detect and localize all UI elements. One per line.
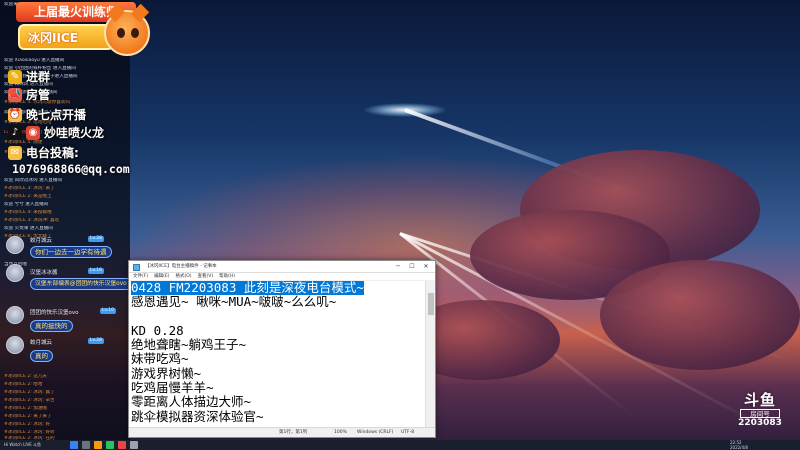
chat-message: 真的挺快的 bbox=[30, 320, 73, 332]
chat-username: 蛟月城云 bbox=[30, 238, 53, 244]
chat-line: #冰冈IICE 2: 来是晚上 bbox=[4, 194, 52, 199]
douyu-logo: 斗鱼 bbox=[743, 391, 776, 409]
vertical-scrollbar[interactable] bbox=[425, 281, 435, 429]
cursor-position: 第1行，第1列 bbox=[279, 430, 308, 435]
search-icon[interactable] bbox=[82, 441, 90, 449]
text-line: 跳伞模拟器资深体验官~ bbox=[131, 408, 264, 424]
chat-line: 欢迎 风吹过冰冈 进入直播间 bbox=[4, 178, 63, 183]
window-title: 【冰冈IICE】电台主播稿件 - 记事本 bbox=[145, 264, 217, 269]
douyu-watermark: 斗鱼 房间号 2203083 bbox=[730, 392, 790, 432]
screen: { "overlay": { "banner_title": "上届最火训练师"… bbox=[0, 0, 800, 450]
megaphone-icon: 📣 bbox=[8, 87, 22, 102]
chat-panel: 欢迎来到【冰冈】的直播间 欢迎 Xiaoxiaoyu 进入直播间 欢迎 小团团的… bbox=[0, 0, 130, 440]
info-item-submission: ✉ 电台投稿: bbox=[8, 144, 79, 161]
chat-line: #冰冈IICE 3: 冰冈: 来了 bbox=[4, 186, 55, 191]
scrollbar-thumb[interactable] bbox=[428, 293, 434, 315]
chat-username: 汉堡冰冰酱 bbox=[30, 270, 58, 276]
chat-message: 真的 bbox=[30, 350, 53, 362]
level-badge: Lv.28 bbox=[88, 338, 104, 344]
start-icon[interactable] bbox=[70, 441, 78, 449]
chat-username: 蛟月城云 bbox=[30, 340, 53, 346]
browser-icon[interactable] bbox=[106, 441, 114, 449]
text-line: 感恩遇见~ 啾咪~MUA~啵啵~么么叽~ bbox=[131, 294, 337, 310]
chat-line: #冰冈IICE 2: 冰冈: 好 bbox=[4, 422, 51, 427]
level-badge: Lv.10 bbox=[100, 308, 116, 314]
chat-line: #冰冈IICE 3: 冰冈冲: 喜欢 bbox=[4, 218, 60, 223]
chat-line: #冰冈IICE 4: 来投稿哦 bbox=[4, 210, 52, 215]
text-line: 零距离人体描边大师~ bbox=[131, 394, 252, 410]
menu-edit[interactable]: 编辑(E) bbox=[154, 273, 169, 280]
chat-line: #冰冈IICE 2: 冰冈: 辛苦 bbox=[4, 398, 55, 403]
chat-username: 团团的快乐汉堡ovo bbox=[30, 310, 79, 316]
avatar bbox=[6, 264, 24, 282]
text-line: 绝地聋瞎~躺鸡王子~ bbox=[131, 337, 247, 353]
avatar bbox=[6, 336, 24, 354]
line-ending: Windows (CRLF) bbox=[357, 430, 394, 435]
level-badge: Lv.28 bbox=[88, 236, 104, 242]
info-item-label: 房管 bbox=[26, 88, 51, 102]
taskbar-app-label: Hi Watch LIVE 斗鱼 bbox=[4, 442, 42, 447]
notepad-window: 【冰冈IICE】电台主播稿件 - 记事本 ─ ☐ ✕ 文件(F) 编辑(E) 格… bbox=[128, 260, 436, 438]
chat-message: 你们一边去一边学有待遇 bbox=[30, 246, 112, 258]
menu-help[interactable]: 帮助(H) bbox=[219, 273, 235, 280]
encoding: UTF-8 bbox=[401, 430, 415, 435]
zoom-level: 100% bbox=[334, 430, 347, 435]
clock-date: 2022/4/8 bbox=[730, 445, 748, 450]
menu-bar: 文件(F) 编辑(E) 格式(O) 查看(V) 帮助(H) bbox=[129, 273, 435, 281]
text-line: 妹带吃鸡~ bbox=[131, 351, 189, 367]
room-label: 房间号 bbox=[740, 409, 780, 418]
mascot-icon bbox=[104, 3, 150, 56]
chat-line: #冰冈IICE 2: 加油哦 bbox=[4, 406, 48, 411]
taskbar: Hi Watch LIVE 斗鱼 22:52 2022/4/8 bbox=[0, 440, 800, 450]
info-item-label: 晚七点开播 bbox=[26, 108, 87, 122]
notepad-icon bbox=[133, 264, 140, 271]
chat-line: #冰冈IICE 2: 哈哈 bbox=[4, 382, 43, 387]
menu-file[interactable]: 文件(F) bbox=[133, 273, 148, 280]
text-line: 游戏界树懒~ bbox=[131, 365, 202, 381]
menu-format[interactable]: 格式(O) bbox=[175, 273, 191, 280]
text-line: 吃鸡届慢羊羊~ bbox=[131, 380, 214, 396]
folder-icon[interactable] bbox=[94, 441, 102, 449]
minimize-button[interactable]: ─ bbox=[391, 261, 405, 272]
menu-view[interactable]: 查看(V) bbox=[198, 273, 214, 280]
window-titlebar[interactable]: 【冰冈IICE】电台主播稿件 - 记事本 ─ ☐ ✕ bbox=[129, 261, 435, 273]
streamer-name: 冰冈IICE bbox=[28, 31, 78, 45]
cloud bbox=[600, 260, 800, 370]
info-item-admin: 📣 房管 bbox=[8, 86, 50, 103]
info-item-social: ♪ ◉ 妙哇喷火龙 bbox=[8, 124, 104, 141]
info-item-group: ✎ 进群 bbox=[8, 68, 50, 85]
chat-line: 欢迎 火龙果 进入直播间 bbox=[4, 226, 53, 231]
chat-line: #冰冈IICE 2: 冰冈: 赢了 bbox=[4, 390, 55, 395]
info-item-label: 妙哇喷火龙 bbox=[44, 126, 105, 140]
info-item-schedule: ⏰ 晚七点开播 bbox=[8, 106, 86, 123]
close-button[interactable]: ✕ bbox=[419, 261, 433, 272]
submission-email: 1076968866@qq.com bbox=[12, 162, 130, 176]
chat-line: #冰冈IICE 2: 来了来了 bbox=[4, 414, 52, 419]
mailbox-icon: ✉ bbox=[8, 145, 22, 160]
chat-line: #冰冈IICE 2: 这几天 bbox=[4, 374, 48, 379]
tiktok-icon: ♪ bbox=[8, 125, 22, 140]
app-icon[interactable] bbox=[118, 441, 126, 449]
status-bar: 第1行，第1列 100% Windows (CRLF) UTF-8 bbox=[129, 427, 435, 437]
chat-line: 欢迎 Xiaoxiaoyu 进入直播间 bbox=[4, 58, 65, 63]
room-number: 2203083 bbox=[738, 418, 782, 428]
alarm-clock-icon: ⏰ bbox=[8, 107, 22, 122]
notepad-taskbar-icon[interactable] bbox=[130, 441, 138, 449]
level-badge: Lv.16 bbox=[88, 268, 104, 274]
chat-bubble-icon: ✎ bbox=[8, 69, 22, 84]
notepad-text-area[interactable]: 0428 FM2203083 此刻是深夜电台模式~ 感恩遇见~ 啾咪~MUA~啵… bbox=[129, 281, 427, 429]
text-line: KD 0.28 bbox=[131, 322, 184, 338]
banner-name-tag: 冰冈IICE bbox=[18, 24, 114, 50]
avatar bbox=[6, 236, 24, 254]
selected-text: 0428 FM2203083 此刻是深夜电台模式~ bbox=[131, 281, 364, 295]
avatar bbox=[6, 306, 24, 324]
info-item-label: 电台投稿: bbox=[26, 146, 79, 160]
maximize-button[interactable]: ☐ bbox=[405, 261, 419, 272]
chat-line: 欢迎 兮兮 进入直播间 bbox=[4, 202, 49, 207]
info-item-label: 进群 bbox=[26, 70, 51, 84]
weibo-icon: ◉ bbox=[26, 125, 40, 140]
